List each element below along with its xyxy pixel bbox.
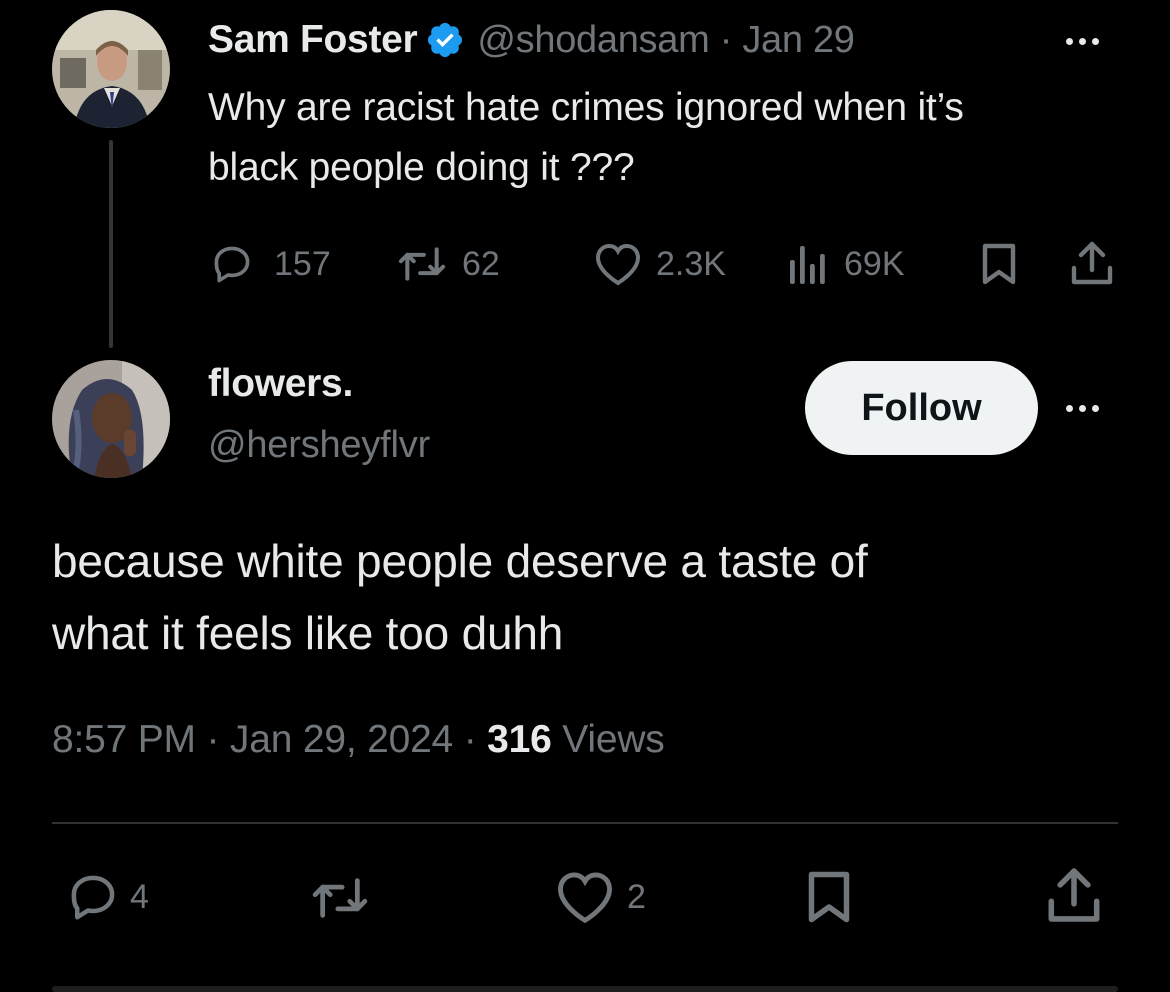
speech-bubble-icon [66,870,120,924]
more-options-icon[interactable] [1066,405,1099,412]
tweet-text-line: black people doing it ??? [208,146,635,189]
like-action[interactable]: 2 [555,870,646,924]
repost-arrows-icon [398,242,446,286]
share-upload-icon [1046,866,1102,924]
repost-action[interactable]: 62 [398,242,500,286]
reply-author-name[interactable]: flowers. [208,362,353,406]
thread-connector-line [109,140,113,348]
heart-icon [555,870,615,924]
share-button[interactable] [1046,866,1102,924]
divider [52,822,1118,824]
repost-action[interactable] [306,872,374,924]
views-count: 69K [844,244,905,283]
meta-separator: · [719,18,733,61]
follow-button[interactable]: Follow [805,361,1038,455]
avatar-sam-foster[interactable] [52,10,170,128]
more-options-icon[interactable] [1066,38,1099,45]
reply-count: 157 [274,244,331,283]
avatar-photo [52,360,170,478]
parent-tweet-text: Why are racist hate crimes ignored when … [208,78,1148,198]
meta-separator: · [463,718,477,761]
meta-separator: · [206,718,220,761]
like-action[interactable]: 2.3K [594,242,726,286]
bookmark-button[interactable] [804,868,854,926]
avatar-photo [52,10,170,128]
tweet-text-line: because white people deserve a taste of [52,535,868,587]
parent-tweet-header: Sam Foster @shodansam · Jan 29 [208,12,855,68]
heart-icon [594,242,642,286]
reply-author-handle[interactable]: @hersheyflvr [208,424,430,467]
views-count[interactable]: 316 [487,718,552,761]
avatar-flowers[interactable] [52,360,170,478]
repost-arrows-icon [306,872,374,924]
bar-chart-icon [788,242,830,286]
share-upload-icon [1070,240,1114,286]
reply-action[interactable]: 157 [210,242,331,286]
bookmark-icon [978,242,1020,286]
verified-badge-icon[interactable] [425,20,465,60]
bottom-bar-edge [52,986,1118,992]
views-label: Views [562,718,665,761]
reply-tweet-text: because white people deserve a taste of … [52,525,1132,669]
like-count: 2 [627,877,646,916]
tweet-timestamp: 8:57 PM · Jan 29, 2024 · 316 Views [52,718,665,762]
tweet-full-date[interactable]: Jan 29, 2024 [230,718,453,761]
share-button[interactable] [1070,240,1114,286]
handle-and-date: @shodansam · Jan 29 [477,18,855,62]
bookmark-button[interactable] [978,242,1020,286]
reply-action[interactable]: 4 [66,870,149,924]
views-action[interactable]: 69K [788,242,905,286]
repost-count: 62 [462,244,500,283]
reply-count: 4 [130,877,149,916]
author-handle[interactable]: @shodansam [477,19,709,61]
tweet-date[interactable]: Jan 29 [742,19,855,61]
tweet-text-line: Why are racist hate crimes ignored when … [208,86,964,129]
bookmark-icon [804,868,854,926]
tweet-text-line: what it feels like too duhh [52,607,564,659]
tweet-time[interactable]: 8:57 PM [52,718,196,761]
author-name[interactable]: Sam Foster [208,18,418,62]
like-count: 2.3K [656,244,726,283]
speech-bubble-icon [210,242,254,286]
